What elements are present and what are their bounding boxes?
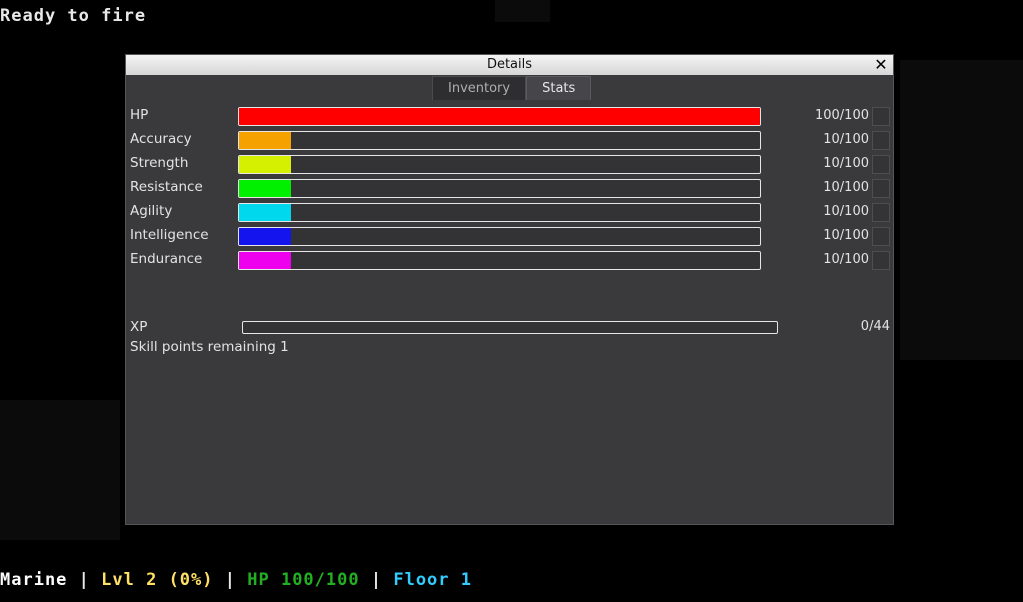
stat-label: HP bbox=[130, 107, 149, 123]
stat-label: Agility bbox=[130, 203, 173, 219]
close-icon[interactable]: ✕ bbox=[873, 55, 889, 75]
xp-row: XP 0/44 bbox=[126, 318, 893, 338]
stat-label: Resistance bbox=[130, 179, 203, 195]
xp-label: XP bbox=[130, 319, 148, 335]
stat-bar-fill bbox=[239, 204, 292, 221]
status-bar: Marine | Lvl 2 (0%) | HP 100/100 | Floor… bbox=[0, 570, 472, 590]
stat-label: Intelligence bbox=[130, 227, 209, 243]
dungeon-tile bbox=[900, 60, 1023, 360]
stat-row-accuracy: Accuracy 10/100 bbox=[126, 128, 893, 152]
message-log-current: Ready to fire bbox=[0, 6, 147, 26]
tab-inventory[interactable]: Inventory bbox=[432, 76, 527, 100]
stat-row-resistance: Resistance 10/100 bbox=[126, 176, 893, 200]
increase-stat-button[interactable] bbox=[872, 131, 890, 150]
stat-row-hp: HP 100/100 bbox=[126, 104, 893, 128]
stat-bar bbox=[238, 131, 761, 150]
tab-bar: Inventory Stats bbox=[432, 76, 592, 100]
increase-stat-button[interactable] bbox=[872, 203, 890, 222]
stat-bar bbox=[238, 203, 761, 222]
tab-stats[interactable]: Stats bbox=[526, 76, 592, 100]
stat-label: Accuracy bbox=[130, 131, 192, 147]
stat-bar-fill bbox=[239, 156, 292, 173]
increase-stat-button[interactable] bbox=[872, 251, 890, 270]
stats-panel: HP 100/100 Accuracy 10/100 Strength 10/100 Res… bbox=[126, 100, 893, 524]
stat-bar bbox=[238, 155, 761, 174]
stat-bar-fill bbox=[239, 180, 292, 197]
stat-value: 10/100 bbox=[823, 204, 869, 219]
stat-value: 10/100 bbox=[823, 180, 869, 195]
increase-stat-button[interactable] bbox=[872, 179, 890, 198]
stat-label: Strength bbox=[130, 155, 189, 171]
dialog-titlebar[interactable]: Details ✕ bbox=[126, 55, 893, 75]
dungeon-tile bbox=[0, 400, 120, 540]
status-separator: | bbox=[224, 570, 248, 590]
stat-bar-fill bbox=[239, 252, 292, 269]
stat-value: 10/100 bbox=[823, 252, 869, 267]
xp-bar bbox=[242, 321, 778, 334]
stat-bar-fill bbox=[239, 132, 292, 149]
details-dialog: Details ✕ Inventory Stats HP 100/100 Accur… bbox=[125, 54, 894, 525]
increase-stat-button[interactable] bbox=[872, 227, 890, 246]
status-class: Marine bbox=[0, 570, 68, 590]
stat-bar bbox=[238, 251, 761, 270]
status-hp: HP 100/100 bbox=[247, 570, 360, 590]
stat-bar bbox=[238, 179, 761, 198]
increase-stat-button[interactable] bbox=[872, 107, 890, 126]
stat-label: Endurance bbox=[130, 251, 203, 267]
increase-stat-button[interactable] bbox=[872, 155, 890, 174]
dialog-title: Details bbox=[486, 57, 533, 72]
stat-value: 10/100 bbox=[823, 228, 869, 243]
stat-row-intelligence: Intelligence 10/100 bbox=[126, 224, 893, 248]
stat-bar-fill bbox=[239, 228, 292, 245]
status-separator: | bbox=[78, 570, 102, 590]
status-floor: Floor 1 bbox=[393, 570, 472, 590]
status-separator: | bbox=[370, 570, 394, 590]
dungeon-tile bbox=[495, 0, 550, 22]
status-level: Lvl 2 (0%) bbox=[101, 570, 214, 590]
stat-value: 10/100 bbox=[823, 156, 869, 171]
stat-row-endurance: Endurance 10/100 bbox=[126, 248, 893, 272]
stat-row-strength: Strength 10/100 bbox=[126, 152, 893, 176]
stat-bar bbox=[238, 227, 761, 246]
stat-row-agility: Agility 10/100 bbox=[126, 200, 893, 224]
skill-points-remaining: Skill points remaining 1 bbox=[130, 339, 289, 355]
stat-bar-fill bbox=[239, 108, 760, 125]
stat-value: 10/100 bbox=[823, 132, 869, 147]
stat-bar bbox=[238, 107, 761, 126]
stat-value: 100/100 bbox=[814, 108, 869, 123]
xp-value: 0/44 bbox=[860, 319, 890, 334]
